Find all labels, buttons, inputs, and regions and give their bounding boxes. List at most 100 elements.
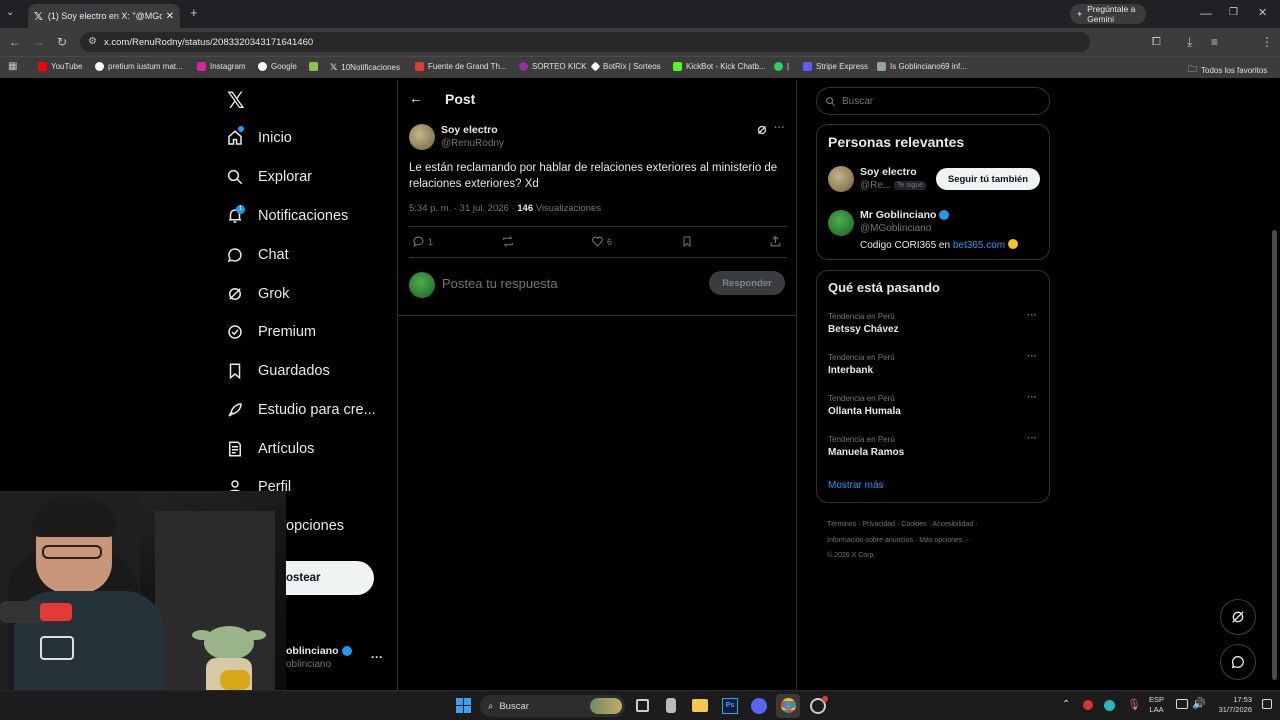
forward-icon[interactable]: → bbox=[33, 35, 45, 49]
trend-item[interactable]: Tendencia en Perú Betssy Chávez bbox=[828, 312, 1040, 335]
tray-app-icon[interactable] bbox=[1083, 700, 1093, 710]
new-tab-icon[interactable]: + bbox=[190, 6, 198, 20]
downloads-icon[interactable]: ⤓ bbox=[1187, 35, 1192, 49]
bookmark-action[interactable] bbox=[681, 235, 693, 253]
all-bookmarks[interactable]: 🗀 Todos los favoritos bbox=[1188, 62, 1267, 78]
person2-name-row[interactable]: Mr Goblinciano bbox=[860, 209, 950, 221]
trend-item[interactable]: Tendencia en Perú Manuela Ramos bbox=[828, 435, 1040, 458]
trend-more-icon[interactable]: ··· bbox=[1027, 310, 1037, 321]
bookmark-instagram[interactable]: Instagram bbox=[197, 62, 246, 71]
reply-input[interactable]: Postea tu respuesta bbox=[442, 276, 558, 291]
nav-item-grok[interactable]: Grok bbox=[226, 285, 289, 303]
discord-icon[interactable] bbox=[751, 698, 767, 714]
apps-grid-icon[interactable]: ▦ bbox=[8, 60, 17, 74]
yoda-figure bbox=[192, 616, 266, 690]
bookmark-fuente-gta[interactable]: Fuente de Grand Th... bbox=[415, 62, 507, 71]
nav-item-guardados[interactable]: Guardados bbox=[226, 362, 330, 380]
bookmark-pretium[interactable]: pretium iustum mat... bbox=[95, 62, 183, 71]
footer-line-1[interactable]: Términos · Privacidad · Cookies · Accesi… bbox=[827, 517, 1047, 533]
photoshop-icon[interactable]: Ps bbox=[722, 698, 738, 714]
trend-more-icon[interactable]: ··· bbox=[1027, 392, 1037, 403]
nav-item-inicio[interactable]: Inicio bbox=[226, 129, 292, 147]
share-action[interactable] bbox=[769, 235, 782, 253]
author-avatar[interactable] bbox=[409, 124, 435, 150]
notifications-icon[interactable] bbox=[1262, 699, 1272, 709]
address-bar[interactable]: ⚙ x.com/RenuRodny/status/208332034317164… bbox=[80, 32, 1090, 52]
nav-item-explorar[interactable]: Explorar bbox=[226, 168, 312, 186]
author-name[interactable]: Soy electro bbox=[441, 124, 498, 136]
start-icon[interactable] bbox=[456, 698, 471, 713]
person1-name[interactable]: Soy electro bbox=[860, 166, 917, 178]
close-window-icon[interactable]: ✕ bbox=[1258, 6, 1267, 20]
account-more-icon[interactable]: ··· bbox=[371, 650, 383, 664]
reply-button[interactable]: Responder bbox=[709, 271, 785, 295]
tray-chevron-icon[interactable]: ⌃ bbox=[1062, 699, 1070, 710]
bookmark-botrix[interactable]: BotRix | Sorteos bbox=[590, 61, 661, 72]
language-indicator[interactable]: ESP LAA bbox=[1149, 695, 1164, 715]
bookmark-unnamed[interactable] bbox=[309, 62, 318, 71]
whatsapp-icon bbox=[774, 62, 783, 71]
site-info-icon[interactable]: ⚙ bbox=[88, 36, 97, 47]
taskbar-search[interactable]: ⌕ Buscar bbox=[480, 695, 625, 717]
nav-item-premium[interactable]: Premium bbox=[226, 323, 316, 341]
page-scrollbar[interactable] bbox=[1272, 230, 1277, 680]
display-icon[interactable] bbox=[1176, 699, 1188, 709]
chrome-icon[interactable] bbox=[781, 698, 796, 713]
bookmark-stripe[interactable]: Stripe Express bbox=[803, 62, 868, 71]
trend-item[interactable]: Tendencia en Perú Ollanta Humala bbox=[828, 394, 1040, 417]
nav-item-chat[interactable]: Chat bbox=[226, 246, 289, 264]
back-arrow-icon[interactable]: ← bbox=[409, 90, 423, 106]
nav-item-estudio[interactable]: Estudio para cre... bbox=[226, 401, 376, 419]
footer-line-2[interactable]: Información sobre anuncios · Más opcione… bbox=[827, 533, 1047, 549]
bookmark-10notificaciones[interactable]: 𝕏 10Notificaciones bbox=[330, 62, 400, 73]
follow-back-button[interactable]: Seguir tú también bbox=[936, 168, 1040, 190]
search-box[interactable]: Buscar bbox=[816, 87, 1050, 115]
bio-link[interactable]: bet365.com bbox=[953, 240, 1005, 251]
bookmark-sorteo-kick[interactable]: SORTEO KICK bbox=[519, 62, 587, 71]
volume-icon[interactable]: 🔊 bbox=[1192, 697, 1206, 710]
account-switcher[interactable]: oblinciano bbox=[286, 645, 352, 657]
grok-float-button[interactable] bbox=[1220, 599, 1256, 635]
bookmark-goblinciano[interactable]: Is Goblinciano69 inf... bbox=[877, 62, 967, 71]
nav-item-articulos[interactable]: Artículos bbox=[226, 440, 314, 458]
messages-float-button[interactable] bbox=[1220, 644, 1256, 680]
reload-icon[interactable]: ↻ bbox=[57, 35, 67, 49]
x-logo-icon[interactable]: 𝕏 bbox=[227, 88, 245, 114]
repost-action[interactable] bbox=[501, 235, 515, 253]
tab-search-icon[interactable]: ⌄ bbox=[6, 6, 14, 20]
person1-avatar[interactable] bbox=[828, 166, 854, 192]
grok-explain-icon[interactable] bbox=[756, 124, 768, 139]
app-icon[interactable] bbox=[666, 698, 676, 713]
clock[interactable]: 17:53 31/7/2026 bbox=[1210, 695, 1252, 715]
back-icon[interactable]: ← bbox=[9, 35, 21, 49]
tray-app-icon[interactable] bbox=[1104, 700, 1115, 711]
gemini-button[interactable]: ✦ Pregúntale a Gemini bbox=[1070, 4, 1146, 24]
task-view-icon[interactable] bbox=[636, 699, 649, 712]
emoji-icon bbox=[1007, 239, 1018, 249]
author-handle[interactable]: @RenuRodny bbox=[441, 138, 504, 149]
tab-media-icon[interactable]: ≡ bbox=[1211, 35, 1218, 49]
post-more-icon[interactable]: ··· bbox=[774, 122, 785, 134]
browser-tab[interactable]: 𝕏 (1) Soy electro en X: "@MGobli... ✕ bbox=[28, 4, 180, 28]
instagram-icon bbox=[197, 62, 206, 71]
trend-more-icon[interactable]: ··· bbox=[1027, 433, 1037, 444]
minimize-icon[interactable]: — bbox=[1200, 6, 1212, 20]
person2-avatar[interactable] bbox=[828, 210, 854, 236]
nav-item-mas-opciones[interactable]: opciones bbox=[286, 518, 344, 534]
tab-close-icon[interactable]: ✕ bbox=[166, 11, 174, 22]
show-more-link[interactable]: Mostrar más bbox=[828, 480, 884, 491]
bookmark-kickbot[interactable]: KickBot - Kick Chatb... bbox=[673, 62, 766, 71]
extensions-puzzle-icon[interactable]: ⧠ bbox=[1152, 35, 1161, 49]
post-button[interactable]: ostear bbox=[286, 561, 374, 595]
like-action[interactable]: 6 bbox=[591, 235, 612, 248]
trend-more-icon[interactable]: ··· bbox=[1027, 351, 1037, 362]
restore-icon[interactable]: ❐ bbox=[1229, 6, 1238, 20]
bookmark-google[interactable]: Google bbox=[258, 62, 297, 71]
reply-action[interactable]: 1 bbox=[412, 235, 433, 248]
file-explorer-icon[interactable] bbox=[692, 699, 708, 712]
microphone-icon[interactable]: 🎙 bbox=[1127, 698, 1141, 711]
menu-icon[interactable]: ⋮ bbox=[1261, 35, 1273, 49]
bookmark-youtube[interactable]: YouTube bbox=[38, 62, 82, 71]
bookmark-whatsapp[interactable]: | bbox=[774, 62, 789, 71]
trend-item[interactable]: Tendencia en Perú Interbank bbox=[828, 353, 1040, 376]
